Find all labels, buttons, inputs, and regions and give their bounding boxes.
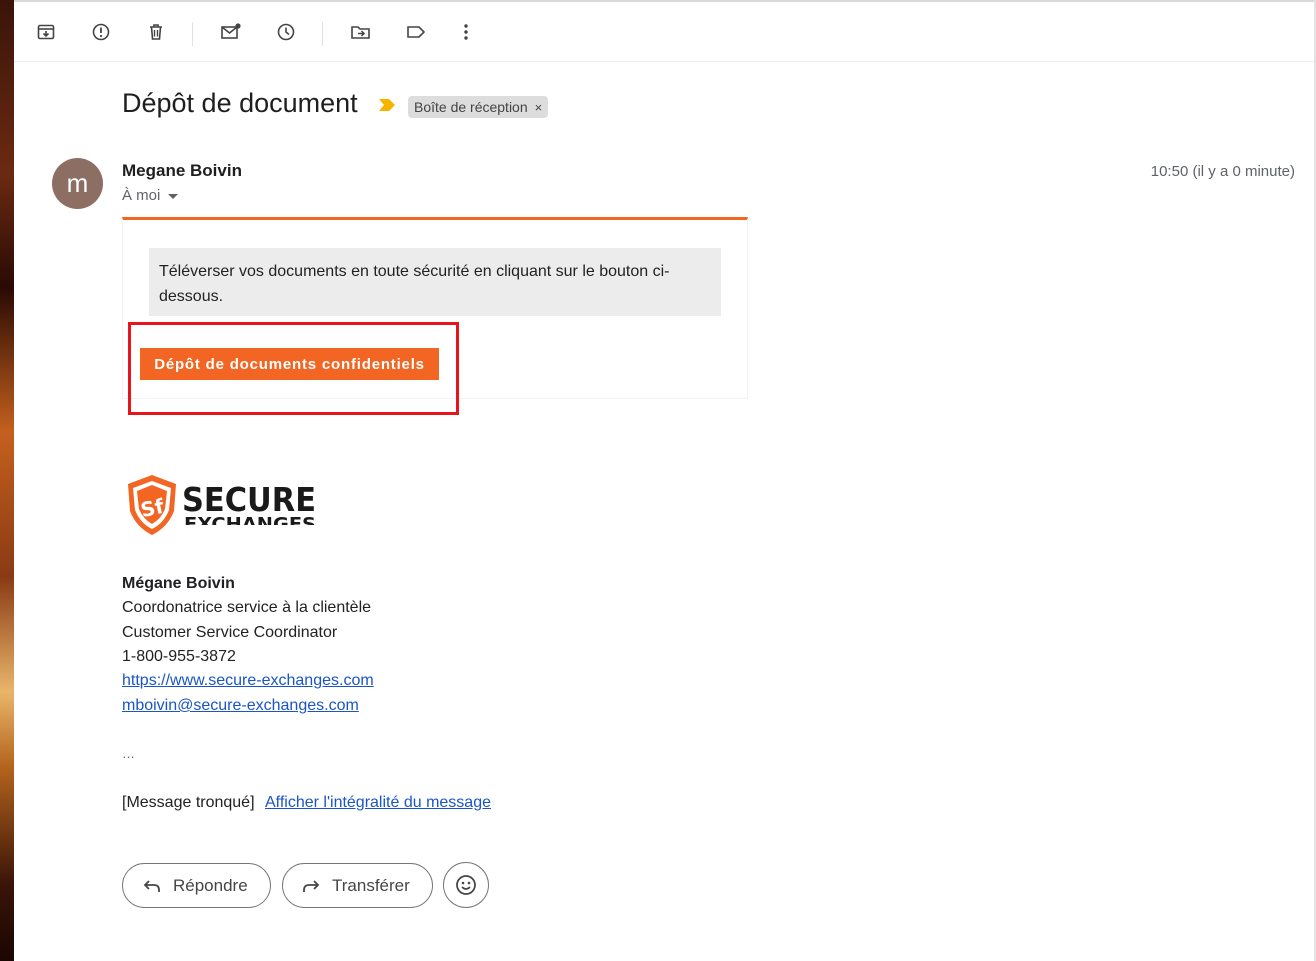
label-text: Boîte de réception xyxy=(414,99,528,115)
forward-button[interactable]: Transférer xyxy=(282,863,433,908)
message-toolbar xyxy=(14,2,1314,62)
emoji-reaction-button[interactable] xyxy=(443,862,489,908)
signature-title-en: Customer Service Coordinator xyxy=(122,624,338,641)
truncated-notice: [Message tronqué] xyxy=(122,794,255,811)
smiley-icon xyxy=(456,875,476,895)
forward-label: Transférer xyxy=(332,875,410,895)
view-full-message-link[interactable]: Afficher l'intégralité du message xyxy=(265,794,491,812)
signature-website-link[interactable]: https://www.secure-exchanges.com xyxy=(122,672,374,690)
report-spam-icon[interactable] xyxy=(89,20,113,44)
recipient-label: À moi xyxy=(122,187,161,204)
email-subject: Dépôt de document xyxy=(122,88,358,118)
reply-label: Répondre xyxy=(173,875,248,895)
importance-marker-icon[interactable] xyxy=(378,98,396,117)
label-icon[interactable] xyxy=(404,20,428,44)
reply-icon xyxy=(143,879,160,892)
sender-name: Megane Boivin xyxy=(122,161,242,180)
move-to-icon[interactable] xyxy=(349,20,373,44)
signature-phone: 1-800-955-3872 xyxy=(122,648,236,665)
signature-title-fr: Coordonatrice service à la clientèle xyxy=(122,599,372,616)
chevron-down-icon xyxy=(168,194,179,199)
signature-name: Mégane Boivin xyxy=(122,575,235,592)
delete-icon[interactable] xyxy=(144,20,168,44)
signature-email-link[interactable]: mboivin@secure-exchanges.com xyxy=(122,697,359,715)
more-options-icon[interactable] xyxy=(454,20,478,44)
show-trimmed-content[interactable]: … xyxy=(122,746,135,761)
message-timestamp: 10:50 (il y a 0 minute) xyxy=(1150,163,1295,180)
body-text: Téléverser vos documents en toute sécuri… xyxy=(149,248,721,316)
archive-icon[interactable] xyxy=(34,20,58,44)
avatar[interactable]: m xyxy=(52,158,103,209)
snooze-icon[interactable] xyxy=(274,20,298,44)
background-edge xyxy=(0,0,14,961)
secure-exchanges-logo: Sf SECURE EXCHANGES xyxy=(124,473,320,537)
recipient-details-toggle[interactable]: À moi xyxy=(122,187,179,204)
inbox-label-chip: Boîte de réception × xyxy=(408,96,549,118)
forward-icon xyxy=(303,879,320,892)
remove-label-icon[interactable]: × xyxy=(535,100,543,115)
toolbar-divider xyxy=(322,22,323,46)
mark-unread-icon[interactable] xyxy=(219,20,243,44)
reply-button[interactable]: Répondre xyxy=(122,863,271,908)
toolbar-divider xyxy=(192,22,193,46)
highlight-box xyxy=(128,322,459,415)
